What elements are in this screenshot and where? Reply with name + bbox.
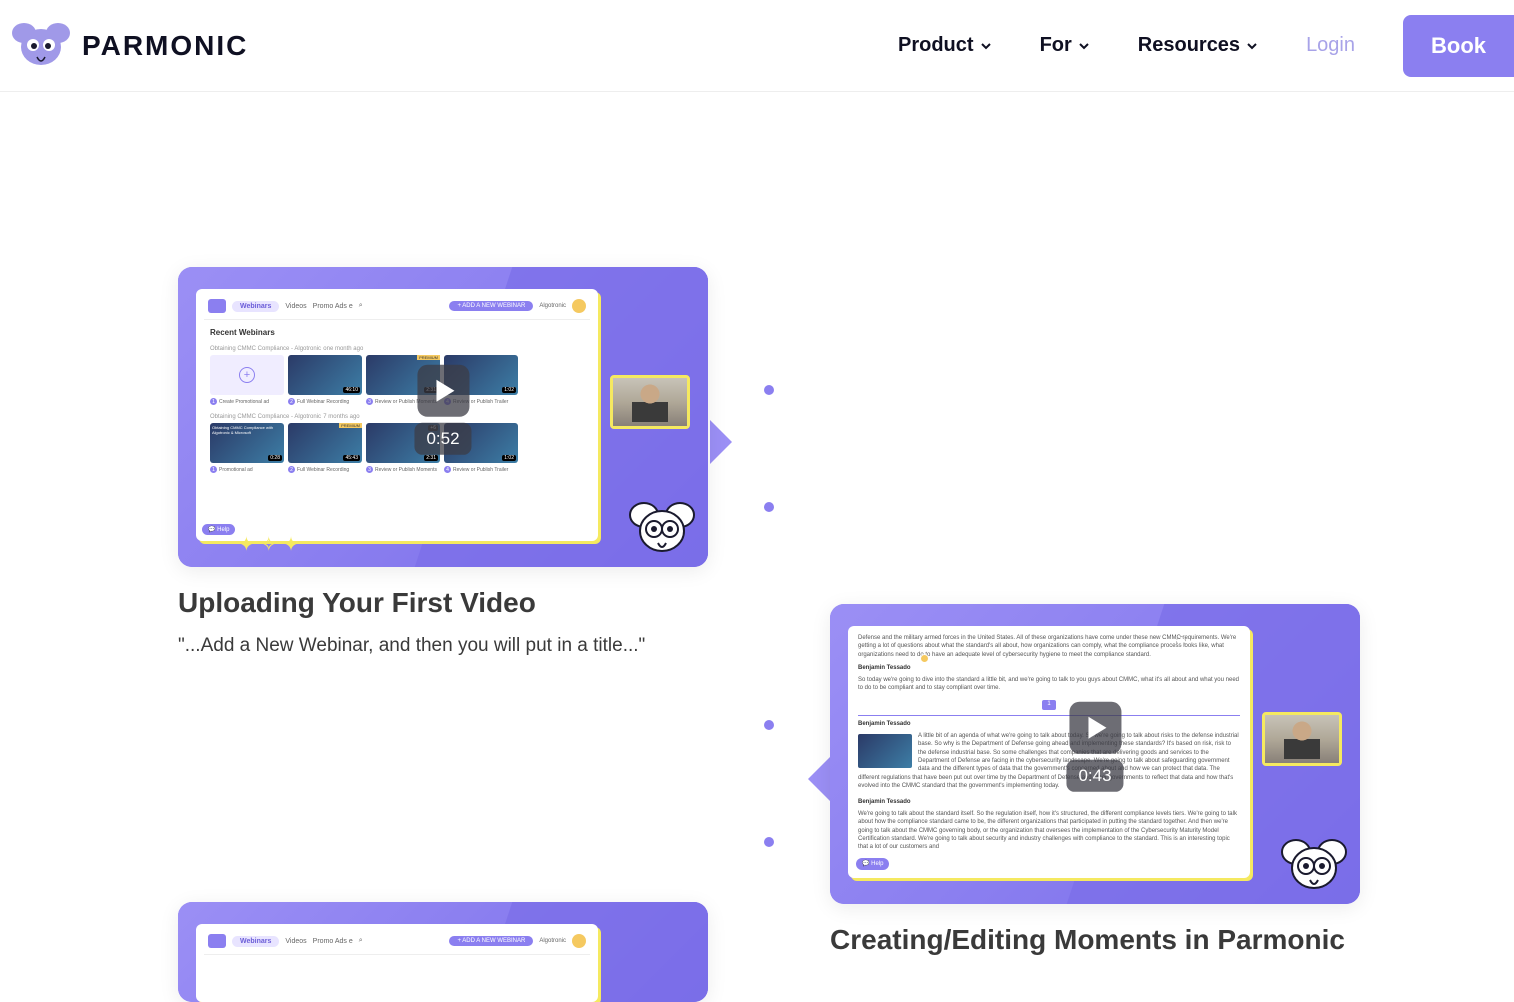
app-screenshot-mock: Webinars Videos Promo Ads e ⌕ + ADD A NE…: [196, 289, 598, 541]
video-duration: 0:43: [1066, 760, 1123, 792]
nav-product[interactable]: Product: [898, 34, 992, 57]
play-overlay[interactable]: 0:52: [414, 365, 471, 455]
site-header: PARMONIC Product For Resources Login Boo…: [0, 0, 1514, 92]
mock-logo-icon: [208, 934, 226, 948]
timeline-arrow-left-icon: [808, 757, 830, 801]
main-nav: Product For Resources Login Book: [898, 15, 1514, 77]
play-icon: [1069, 702, 1121, 754]
plus-icon: +: [239, 367, 255, 383]
help-badge: 💬 Help: [202, 524, 235, 535]
mock-logo-icon: [208, 299, 226, 313]
timeline-dot: [764, 502, 774, 512]
timeline-content: Webinars Videos Promo Ads e ⌕ + ADD A NE…: [0, 92, 1514, 162]
video-card-uploading: Webinars Videos Promo Ads e ⌕ + ADD A NE…: [178, 267, 708, 660]
book-button[interactable]: Book: [1403, 15, 1514, 77]
avatar-icon: [572, 299, 586, 313]
mascot-icon: [1280, 836, 1348, 896]
speaker-pip: [610, 375, 690, 429]
card-title: Creating/Editing Moments in Parmonic: [830, 924, 1360, 956]
timeline-arrow-right-icon: [710, 420, 732, 464]
moment-thumb-icon: [858, 734, 912, 768]
video-thumbnail[interactable]: Webinars Videos Promo Ads e ⌕ + ADD A NE…: [178, 902, 708, 1002]
nav-resources[interactable]: Resources: [1138, 34, 1258, 57]
sparkle-icon: ✦ ✧ ✦: [238, 532, 299, 557]
video-duration: 0:52: [414, 423, 471, 455]
chevron-down-icon: [980, 40, 992, 52]
speaker-pip: [1262, 712, 1342, 766]
brand-logo[interactable]: PARMONIC: [10, 21, 248, 71]
card-title: Uploading Your First Video: [178, 587, 708, 619]
avatar-icon: [572, 934, 586, 948]
cursor-icon: [1176, 636, 1186, 646]
chevron-down-icon: [1078, 40, 1090, 52]
video-thumbnail[interactable]: Webinars Videos Promo Ads e ⌕ + ADD A NE…: [178, 267, 708, 567]
timeline-dot: [764, 385, 774, 395]
video-thumbnail[interactable]: Defense and the military armed forces in…: [830, 604, 1360, 904]
play-overlay[interactable]: 0:43: [1066, 702, 1123, 792]
video-card-partial: Webinars Videos Promo Ads e ⌕ + ADD A NE…: [178, 902, 708, 1002]
video-card-moments: Defense and the military armed forces in…: [830, 604, 1360, 956]
app-screenshot-mock: Webinars Videos Promo Ads e ⌕ + ADD A NE…: [196, 924, 598, 1002]
timeline-dot: [764, 837, 774, 847]
search-icon: ⌕: [359, 937, 363, 945]
chevron-down-icon: [1246, 40, 1258, 52]
brand-name: PARMONIC: [82, 30, 248, 62]
elephant-logo-icon: [10, 21, 72, 71]
search-icon: ⌕: [359, 302, 363, 310]
transcript-mock: Defense and the military armed forces in…: [848, 626, 1250, 878]
help-badge: 💬 Help: [856, 858, 889, 870]
play-icon: [417, 365, 469, 417]
login-link[interactable]: Login: [1306, 34, 1355, 57]
card-description: "...Add a New Webinar, and then you will…: [178, 633, 708, 660]
mascot-icon: [628, 499, 696, 559]
avatar-dot-icon: [920, 654, 929, 663]
nav-for[interactable]: For: [1040, 34, 1090, 57]
timeline-dot: [764, 720, 774, 730]
